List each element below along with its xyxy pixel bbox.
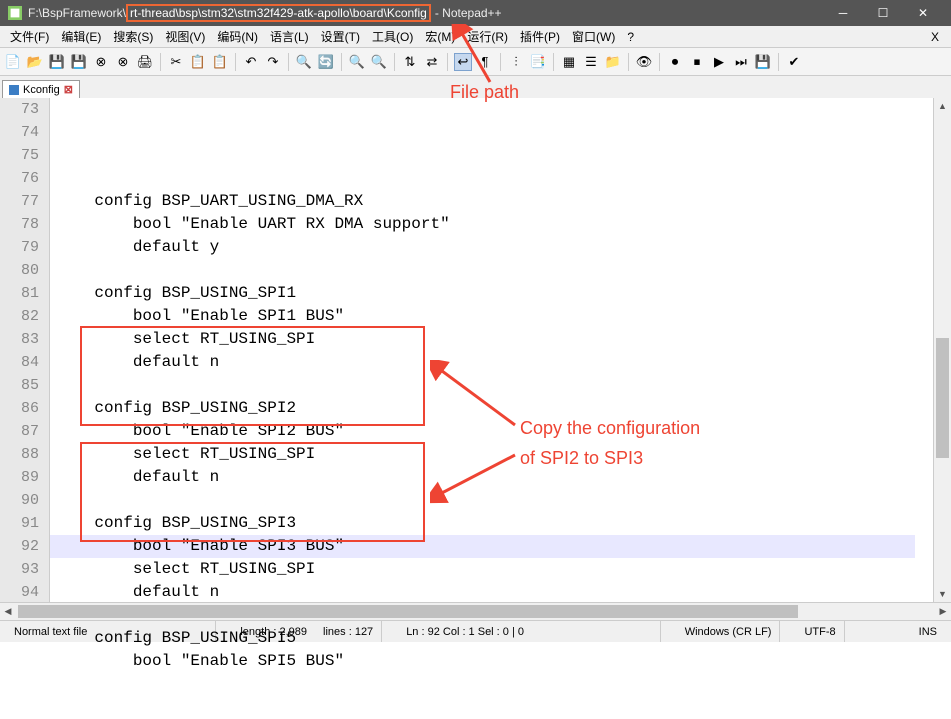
menu-view[interactable]: 视图(V) — [159, 26, 211, 47]
code-line[interactable]: bool "Enable SPI2 BUS" — [56, 420, 933, 443]
file-tab[interactable]: Kconfig ⊠ — [2, 80, 80, 98]
code-line[interactable]: bool "Enable SPI1 BUS" — [56, 305, 933, 328]
scrollbar-thumb[interactable] — [936, 338, 949, 458]
menu-run[interactable]: 运行(R) — [461, 26, 514, 47]
menu-bar: 文件(F) 编辑(E) 搜索(S) 视图(V) 编码(N) 语言(L) 设置(T… — [0, 26, 951, 48]
func-list-icon[interactable]: ☰ — [582, 53, 600, 71]
folder-icon[interactable]: 📁 — [604, 53, 622, 71]
title-path-highlighted: rt-thread\bsp\stm32\stm32f429-atk-apollo… — [126, 4, 431, 22]
sync-v-icon[interactable]: ⇅ — [401, 53, 419, 71]
menu-search[interactable]: 搜索(S) — [107, 26, 159, 47]
replace-icon[interactable]: 🔄 — [317, 53, 335, 71]
sync-h-icon[interactable]: ⇄ — [423, 53, 441, 71]
scroll-right-icon[interactable]: ▶ — [935, 603, 951, 620]
code-line[interactable]: config BSP_USING_SPI5 — [56, 627, 933, 650]
find-icon[interactable]: 🔍 — [295, 53, 313, 71]
record-icon[interactable]: ⏺ — [666, 53, 684, 71]
code-line[interactable]: bool "Enable SPI3 BUS" — [56, 535, 933, 558]
menu-language[interactable]: 语言(L) — [264, 26, 315, 47]
close-window-button[interactable]: ✕ — [903, 0, 943, 26]
lang-icon[interactable]: 📑 — [529, 53, 547, 71]
play-icon[interactable]: ▶ — [710, 53, 728, 71]
open-icon[interactable]: 📂 — [26, 53, 44, 71]
scroll-down-icon[interactable]: ▼ — [934, 586, 951, 602]
code-line[interactable]: default n — [56, 351, 933, 374]
toolbar: 📄📂💾💾⊗⊗🖨✂📋📋↶↷🔍🔄🔍🔍⇅⇄↩¶⫶📑▦☰📁👁⏺⏹▶⏭💾✔ — [0, 48, 951, 76]
menu-help[interactable]: ? — [621, 28, 640, 46]
scroll-left-icon[interactable]: ◀ — [0, 603, 16, 620]
menu-plugins[interactable]: 插件(P) — [514, 26, 566, 47]
spell-icon[interactable]: ✔ — [785, 53, 803, 71]
code-line[interactable]: select RT_USING_SPI — [56, 443, 933, 466]
code-line[interactable]: default n — [56, 581, 933, 604]
wrap-icon[interactable]: ↩ — [454, 53, 472, 71]
maximize-button[interactable]: ☐ — [863, 0, 903, 26]
code-area[interactable]: config BSP_UART_USING_DMA_RX bool "Enabl… — [50, 98, 933, 602]
menu-tools[interactable]: 工具(O) — [366, 26, 419, 47]
code-line[interactable]: config BSP_USING_SPI2 — [56, 397, 933, 420]
tab-status-icon — [9, 85, 19, 95]
play-multi-icon[interactable]: ⏭ — [732, 53, 750, 71]
cut-icon[interactable]: ✂ — [167, 53, 185, 71]
app-icon — [8, 6, 22, 20]
save-all-icon[interactable]: 💾 — [70, 53, 88, 71]
editor: 7374757677787980818283848586878889909192… — [0, 98, 951, 602]
code-line[interactable]: default y — [56, 236, 933, 259]
minimize-button[interactable]: ─ — [823, 0, 863, 26]
line-number-gutter: 7374757677787980818283848586878889909192… — [0, 98, 50, 602]
paste-icon[interactable]: 📋 — [211, 53, 229, 71]
code-line[interactable]: bool "Enable UART RX DMA support" — [56, 213, 933, 236]
monitor-icon[interactable]: 👁 — [635, 53, 653, 71]
title-bar: F:\BspFramework\ rt-thread\bsp\stm32\stm… — [0, 0, 951, 26]
menu-encoding[interactable]: 编码(N) — [211, 26, 264, 47]
title-path-prefix: F:\BspFramework\ — [28, 6, 126, 20]
menu-macro[interactable]: 宏(M) — [419, 26, 461, 47]
indent-guide-icon[interactable]: ⫶ — [507, 53, 525, 71]
code-line[interactable] — [56, 489, 933, 512]
copy-icon[interactable]: 📋 — [189, 53, 207, 71]
close-icon[interactable]: ⊗ — [92, 53, 110, 71]
save-icon[interactable]: 💾 — [48, 53, 66, 71]
code-line[interactable]: config BSP_USING_SPI1 — [56, 282, 933, 305]
tab-label: Kconfig — [23, 84, 60, 96]
tab-bar: Kconfig ⊠ — [0, 76, 951, 98]
menu-file[interactable]: 文件(F) — [4, 26, 55, 47]
code-line[interactable]: config BSP_USING_SPI3 — [56, 512, 933, 535]
code-line[interactable] — [56, 167, 933, 190]
code-line[interactable]: select RT_USING_SPI — [56, 328, 933, 351]
scroll-up-icon[interactable]: ▲ — [934, 98, 951, 114]
new-file-icon[interactable]: 📄 — [4, 53, 22, 71]
show-all-icon[interactable]: ¶ — [476, 53, 494, 71]
title-app-name: - Notepad++ — [435, 6, 502, 20]
code-line[interactable]: default n — [56, 466, 933, 489]
menu-settings[interactable]: 设置(T) — [315, 26, 366, 47]
code-line[interactable] — [56, 374, 933, 397]
stop-icon[interactable]: ⏹ — [688, 53, 706, 71]
save-macro-icon[interactable]: 💾 — [754, 53, 772, 71]
code-line[interactable]: select RT_USING_SPI — [56, 558, 933, 581]
close-all-icon[interactable]: ⊗ — [114, 53, 132, 71]
code-line[interactable]: config BSP_UART_USING_DMA_RX — [56, 190, 933, 213]
doc-map-icon[interactable]: ▦ — [560, 53, 578, 71]
zoom-out-icon[interactable]: 🔍 — [370, 53, 388, 71]
undo-icon[interactable]: ↶ — [242, 53, 260, 71]
redo-icon[interactable]: ↷ — [264, 53, 282, 71]
close-tab-icon[interactable]: ⊠ — [64, 83, 73, 96]
code-line[interactable] — [56, 259, 933, 282]
vertical-scrollbar[interactable]: ▲ ▼ — [933, 98, 951, 602]
menu-edit[interactable]: 编辑(E) — [55, 26, 107, 47]
code-line[interactable]: bool "Enable SPI5 BUS" — [56, 650, 933, 673]
menu-window[interactable]: 窗口(W) — [566, 26, 621, 47]
zoom-in-icon[interactable]: 🔍 — [348, 53, 366, 71]
menubar-close-button[interactable]: X — [923, 30, 947, 44]
print-icon[interactable]: 🖨 — [136, 53, 154, 71]
